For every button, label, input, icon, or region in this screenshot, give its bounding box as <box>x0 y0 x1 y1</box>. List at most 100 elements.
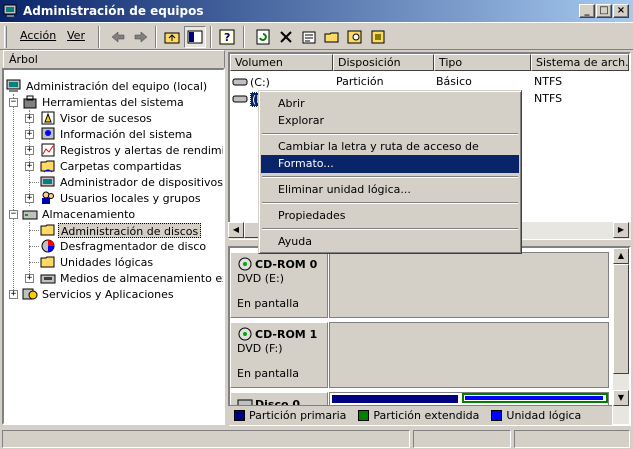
disk-card-cdrom1[interactable]: CD-ROM 1 DVD (F:) En pantalla <box>230 322 328 388</box>
tree-item-almacenamiento[interactable]: Almacenamiento <box>22 206 137 222</box>
scroll-down-icon[interactable]: ▼ <box>613 390 629 406</box>
expand-icon[interactable]: + <box>25 162 34 171</box>
disk-area-cdrom1[interactable] <box>329 322 609 388</box>
tree-item-informacion[interactable]: Información del sistema <box>40 126 194 142</box>
tree-item-desfrag[interactable]: Desfragmentador de disco <box>40 238 208 254</box>
column-header-disposicion[interactable]: Disposición <box>333 54 434 71</box>
tree-label: Usuarios locales y grupos <box>60 191 201 205</box>
tree-label: Desfragmentador de disco <box>60 239 207 253</box>
expand-icon[interactable]: + <box>9 290 18 299</box>
legend-swatch-logical <box>491 410 503 421</box>
menu-separator <box>262 228 518 230</box>
tree-item-carpetas[interactable]: Carpetas compartidas <box>40 158 184 174</box>
tools-icon <box>22 94 38 110</box>
tree-item-herramientas[interactable]: Herramientas del sistema <box>22 94 186 110</box>
users-icon <box>40 190 56 206</box>
tree-pane-icon <box>187 30 203 44</box>
help-button[interactable]: ? <box>216 26 238 48</box>
minimize-button[interactable]: _ <box>579 4 595 18</box>
window-title: Administración de equipos <box>23 4 204 18</box>
tree-tab[interactable]: Árbol <box>3 50 225 68</box>
menu-item-cambiar-letra[interactable]: Cambiar la letra y ruta de acceso de uni… <box>261 138 519 171</box>
close-button[interactable]: × <box>613 4 629 18</box>
forward-button[interactable] <box>130 26 152 48</box>
back-button[interactable] <box>107 26 129 48</box>
drive-icon <box>232 74 248 90</box>
status-pane <box>413 430 511 448</box>
tree-tab-label: Árbol <box>9 53 38 66</box>
collapse-icon[interactable]: − <box>9 98 18 107</box>
open-button[interactable] <box>321 26 343 48</box>
tree-connector <box>29 262 39 263</box>
column-label: Tipo <box>439 56 463 69</box>
tree-item-admin-discos[interactable]: Administración de discos <box>40 222 202 238</box>
table-row[interactable]: (C:) <box>232 74 270 90</box>
extended-partition-bar[interactable] <box>462 393 608 403</box>
cell-tipo: Básico <box>436 75 472 88</box>
menu-item-propiedades[interactable]: Propiedades <box>261 207 519 225</box>
refresh-button[interactable] <box>252 26 274 48</box>
cell-disposicion: Partición <box>336 75 384 88</box>
disk-area-cdrom0[interactable] <box>329 252 609 318</box>
tree-item-servicios[interactable]: Servicios y Aplicaciones <box>22 286 176 302</box>
expand-icon[interactable]: + <box>25 130 34 139</box>
tree-connector <box>29 246 39 247</box>
column-header-tipo[interactable]: Tipo <box>434 54 531 71</box>
show-hide-tree-button[interactable] <box>184 26 206 48</box>
disk-graphical-view[interactable]: CD-ROM 0 DVD (E:) En pantalla CD-ROM 1 D… <box>228 246 631 426</box>
column-header-volumen[interactable]: Volumen <box>230 54 333 71</box>
column-header-sistema[interactable]: Sistema de arch... <box>531 54 629 71</box>
tree-item-unidades[interactable]: Unidades lógicas <box>40 254 155 270</box>
tree-label: Registros y alertas de rendimiento <box>60 143 225 157</box>
back-arrow-icon <box>111 31 125 43</box>
menu-item-ayuda[interactable]: Ayuda <box>261 233 519 251</box>
tree-item-usuarios[interactable]: Usuarios locales y grupos <box>40 190 203 206</box>
expand-icon[interactable]: + <box>25 194 34 203</box>
title-bar[interactable]: Administración de equipos <box>0 0 633 22</box>
search-button[interactable] <box>344 26 366 48</box>
tree-label: Herramientas del sistema <box>42 95 184 109</box>
primary-partition-bar[interactable] <box>332 395 458 403</box>
scroll-right-icon[interactable]: ▶ <box>613 222 629 238</box>
menu-item-explorar[interactable]: Explorar <box>261 112 519 130</box>
scroll-thumb[interactable] <box>613 264 629 374</box>
toolbar: Acción Ver ? <box>0 22 633 50</box>
tree-connector <box>29 182 39 183</box>
menu-item-label: Eliminar unidad lógica... <box>278 183 411 196</box>
scroll-up-icon[interactable]: ▲ <box>613 248 629 264</box>
menu-accion[interactable]: Acción <box>20 29 56 42</box>
console-tree[interactable]: Administración del equipo (local) − Herr… <box>2 68 225 425</box>
logical-drive-bar[interactable] <box>465 396 603 400</box>
forward-arrow-icon <box>134 31 148 43</box>
open-folder-icon <box>324 32 339 43</box>
export-list-button[interactable] <box>367 26 389 48</box>
tree-item-registros[interactable]: Registros y alertas de rendimiento <box>40 142 225 158</box>
properties-button[interactable] <box>298 26 320 48</box>
disk-name: CD-ROM 1 <box>255 327 318 341</box>
tree-item-visor[interactable]: Visor de sucesos <box>40 110 154 126</box>
collapse-icon[interactable]: − <box>9 210 18 219</box>
toolbar-separator <box>210 26 212 48</box>
shared-folder-icon <box>40 158 56 174</box>
scroll-left-icon[interactable]: ◀ <box>228 222 244 238</box>
maximize-button[interactable]: □ <box>596 4 612 18</box>
tree-item-root[interactable]: Administración del equipo (local) <box>6 78 209 94</box>
tree-connector <box>29 110 30 206</box>
menu-item-eliminar[interactable]: Eliminar unidad lógica... <box>261 181 519 199</box>
menu-item-abrir[interactable]: Abrir <box>261 95 519 113</box>
vertical-scrollbar[interactable]: ▲ ▼ <box>613 248 629 424</box>
expand-icon[interactable]: + <box>25 114 34 123</box>
expand-icon[interactable]: + <box>25 146 34 155</box>
status-pane <box>2 430 410 448</box>
menu-separator <box>262 202 518 204</box>
properties-icon <box>302 31 316 44</box>
up-level-button[interactable] <box>161 26 183 48</box>
expand-icon[interactable]: + <box>25 274 34 283</box>
menu-item-formato[interactable]: Formato... <box>261 155 519 173</box>
menu-ver[interactable]: Ver <box>67 29 85 42</box>
tree-item-medios[interactable]: Medios de almacenamiento extraíbles <box>40 270 223 286</box>
disk-card-cdrom0[interactable]: CD-ROM 0 DVD (E:) En pantalla <box>230 252 328 318</box>
tree-item-admin-disp[interactable]: Administrador de dispositivos <box>40 174 223 190</box>
computer-management-icon <box>3 3 19 19</box>
delete-button[interactable] <box>275 26 297 48</box>
